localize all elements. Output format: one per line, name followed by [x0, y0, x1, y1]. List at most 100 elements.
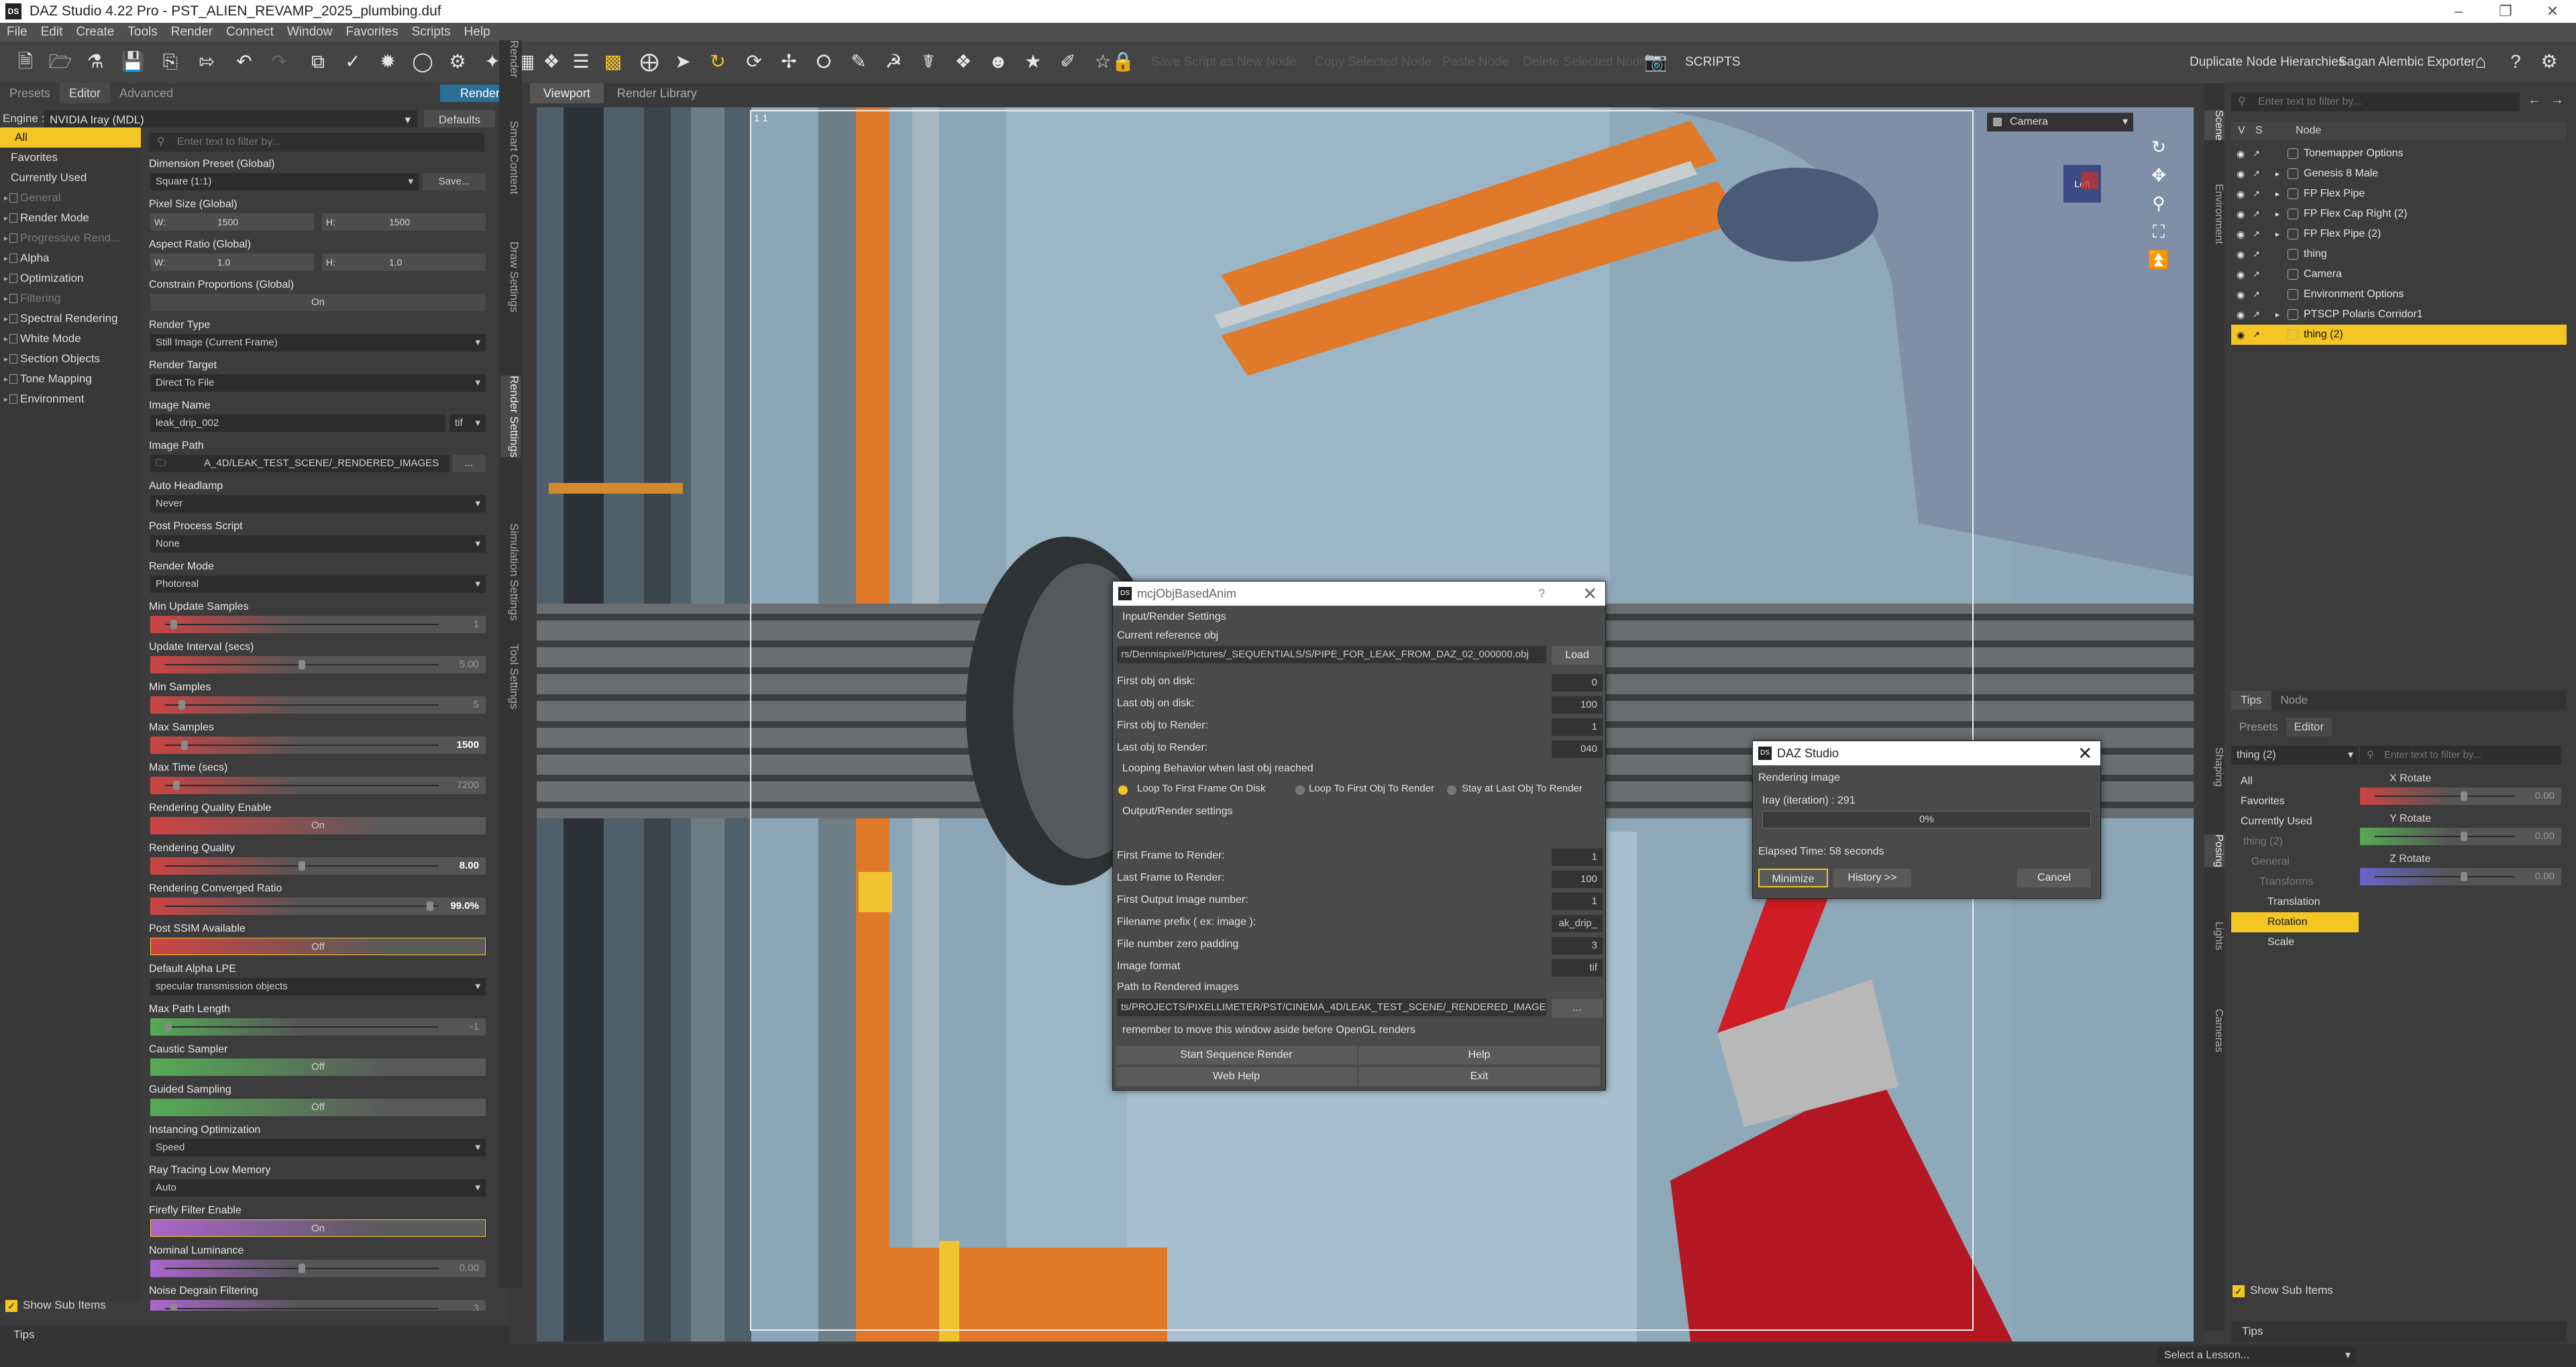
property-dropdown[interactable]: Direct To File	[150, 374, 486, 392]
param-category-scale[interactable]: Scale	[2231, 932, 2359, 952]
expand-arrow-icon[interactable]: ▸	[4, 288, 8, 309]
dual-half-a[interactable]: W: 1500	[150, 213, 314, 231]
param-category-favorites[interactable]: Favorites	[2231, 791, 2359, 812]
slider-value[interactable]: 8.00	[460, 857, 479, 875]
slider-value[interactable]: 1	[474, 616, 479, 633]
slider-knob[interactable]	[172, 781, 180, 790]
dual-half-a[interactable]: W: 1.0	[150, 254, 314, 271]
category-filtering[interactable]: ▸ Filtering	[0, 288, 141, 309]
minimize-button[interactable]: Minimize	[1758, 869, 1828, 887]
merge-icon[interactable]: ⚗	[83, 50, 107, 74]
rotation-value[interactable]: 0.00	[2535, 787, 2555, 805]
slider-value[interactable]: 7200	[457, 777, 479, 794]
anim-row-field[interactable]: 100	[1552, 871, 1603, 888]
side-tab-lights[interactable]: Lights	[2204, 922, 2224, 950]
surface-selection-icon[interactable]: ✹	[376, 50, 400, 74]
rotation-slider[interactable]: 0.00	[2360, 828, 2561, 845]
menu-help[interactable]: Help	[458, 23, 497, 42]
category-optimization[interactable]: ▸ Optimization	[0, 268, 141, 288]
property-dropdown[interactable]: specular transmission objects	[150, 978, 486, 995]
lines-icon[interactable]: ☰	[569, 50, 593, 74]
settings-icon[interactable]: ⚙	[2537, 50, 2561, 74]
scale-icon[interactable]: ⭘	[812, 50, 836, 74]
visibility-eye-icon[interactable]: ◉	[2237, 144, 2245, 164]
zoom-icon[interactable]: ⚲	[2145, 193, 2172, 215]
sagan-alembic-exporter-item[interactable]: Sagan Alembic Exporter	[2339, 42, 2475, 83]
anim-row-field[interactable]: 040	[1552, 741, 1603, 758]
slider-knob[interactable]	[2461, 872, 2467, 881]
property-slider[interactable]: 1	[150, 616, 486, 633]
save-script-node-item[interactable]: Save Script as New Node	[1151, 42, 1297, 83]
expand-arrow-icon[interactable]: ▸	[4, 248, 8, 268]
anim-row-field[interactable]: 1	[1552, 893, 1603, 910]
radio-loop-first-frame[interactable]	[1118, 785, 1128, 795]
param-category-all[interactable]: All	[2231, 771, 2359, 791]
anim-row-field[interactable]: tif	[1552, 959, 1603, 977]
web-help-button[interactable]: Web Help	[1116, 1067, 1357, 1086]
frame-icon[interactable]: ⛶	[2145, 221, 2172, 243]
scene-node[interactable]: ◉ ↗ ▸ PTSCP Polaris Corridor1	[2231, 305, 2567, 325]
save-preset-button[interactable]: Save...	[423, 173, 486, 190]
geometry-editor-icon[interactable]: ◯	[411, 50, 435, 74]
rotate-gizmo-icon[interactable]: ↻	[706, 50, 730, 74]
side-tab-tool-settings[interactable]: Tool Settings	[500, 644, 521, 709]
dual-half-b[interactable]: H: 1500	[322, 213, 486, 231]
expand-arrow-icon[interactable]: ▸	[4, 329, 8, 349]
expand-arrow-icon[interactable]: ▸	[4, 389, 8, 409]
tab-editor[interactable]: Editor	[60, 83, 111, 103]
restore-window-button[interactable]: ❐	[2482, 0, 2529, 23]
3d-viewport[interactable]: 1 1 Camera ▩ Left ↻ ✥ ⚲ ⛶ ⏫ DS mcjObjBase…	[537, 107, 2194, 1342]
lock-icon[interactable]: 🔒	[1111, 50, 1135, 74]
expand-arrow-icon[interactable]: ▸	[4, 188, 8, 208]
property-dropdown[interactable]: Auto	[150, 1179, 486, 1197]
property-dropdown[interactable]: None	[150, 535, 486, 553]
property-dropdown[interactable]: Photoreal	[150, 576, 486, 593]
anim-row-field[interactable]: 100	[1552, 696, 1603, 714]
radio-loop-first-obj[interactable]	[1295, 785, 1305, 795]
rendered-images-path-field[interactable]: ts/PROJECTS/PIXELLIMETER/PST/CINEMA_4D/L…	[1117, 999, 1546, 1016]
menu-edit[interactable]: Edit	[34, 23, 70, 42]
toggle-button[interactable]: Off	[150, 1058, 486, 1076]
exit-button[interactable]: Exit	[1358, 1067, 1600, 1086]
close-icon[interactable]: ✕	[1582, 582, 1597, 606]
scripts-label[interactable]: SCRIPTS	[1685, 42, 1740, 83]
left-tips-bar[interactable]: Tips	[0, 1325, 510, 1344]
expand-arrow-icon[interactable]: ▸	[2275, 204, 2279, 224]
scene-node[interactable]: ◉ ↗ Environment Options	[2231, 284, 2567, 305]
save-icon[interactable]: 💾	[121, 50, 145, 74]
slider-value[interactable]: 5	[474, 696, 479, 714]
expand-arrow-icon[interactable]: ▸	[4, 268, 8, 288]
selectable-icon[interactable]: ↗	[2253, 325, 2260, 345]
selectable-icon[interactable]: ↗	[2253, 224, 2260, 244]
param-category-rotation[interactable]: Rotation	[2231, 912, 2359, 932]
anim-row-field[interactable]: 1	[1552, 849, 1603, 866]
slider-value[interactable]: 1500	[457, 736, 479, 754]
selectable-icon[interactable]: ↗	[2253, 164, 2260, 184]
param-category-thing-2[interactable]: thing (2)	[2231, 832, 2359, 852]
category-spectral-rendering[interactable]: ▸ Spectral Rendering	[0, 309, 141, 329]
browse-button[interactable]: ...	[452, 455, 486, 472]
navigation-cube[interactable]: Left	[2063, 165, 2101, 203]
side-tab-posing[interactable]: Posing	[2204, 834, 2224, 867]
param-category-transforms[interactable]: Transforms	[2231, 872, 2359, 892]
property-slider[interactable]: 8.00	[150, 857, 486, 875]
anim-row-field[interactable]: ak_drip_	[1552, 915, 1603, 932]
toggle-button[interactable]: Off	[150, 1099, 486, 1116]
side-tab-environment[interactable]: Environment	[2204, 184, 2224, 244]
category-section-objects[interactable]: ▸ Section Objects	[0, 349, 141, 369]
side-tab-shaping[interactable]: Shaping	[2204, 747, 2224, 787]
tab-advanced[interactable]: Advanced	[110, 83, 182, 103]
scene-node[interactable]: ◉ ↗ ▸ FP Flex Pipe	[2231, 184, 2567, 204]
expand-arrow-icon[interactable]: ▸	[4, 349, 8, 369]
slider-knob[interactable]	[165, 1022, 172, 1032]
slider-knob[interactable]	[299, 1264, 305, 1273]
render-button[interactable]: Render	[440, 85, 502, 102]
scene-node[interactable]: ◉ ↗ ▸ FP Flex Cap Right (2)	[2231, 204, 2567, 224]
redo-icon[interactable]: ↷	[267, 50, 291, 74]
category-alpha[interactable]: ▸ Alpha	[0, 248, 141, 268]
universal-tool-icon[interactable]: ⨁	[637, 50, 661, 74]
expand-arrow-icon[interactable]: ▸	[2275, 164, 2279, 184]
selectable-icon[interactable]: ↗	[2253, 204, 2260, 224]
menu-tools[interactable]: Tools	[121, 23, 164, 42]
toggle-button[interactable]: On	[150, 294, 486, 311]
